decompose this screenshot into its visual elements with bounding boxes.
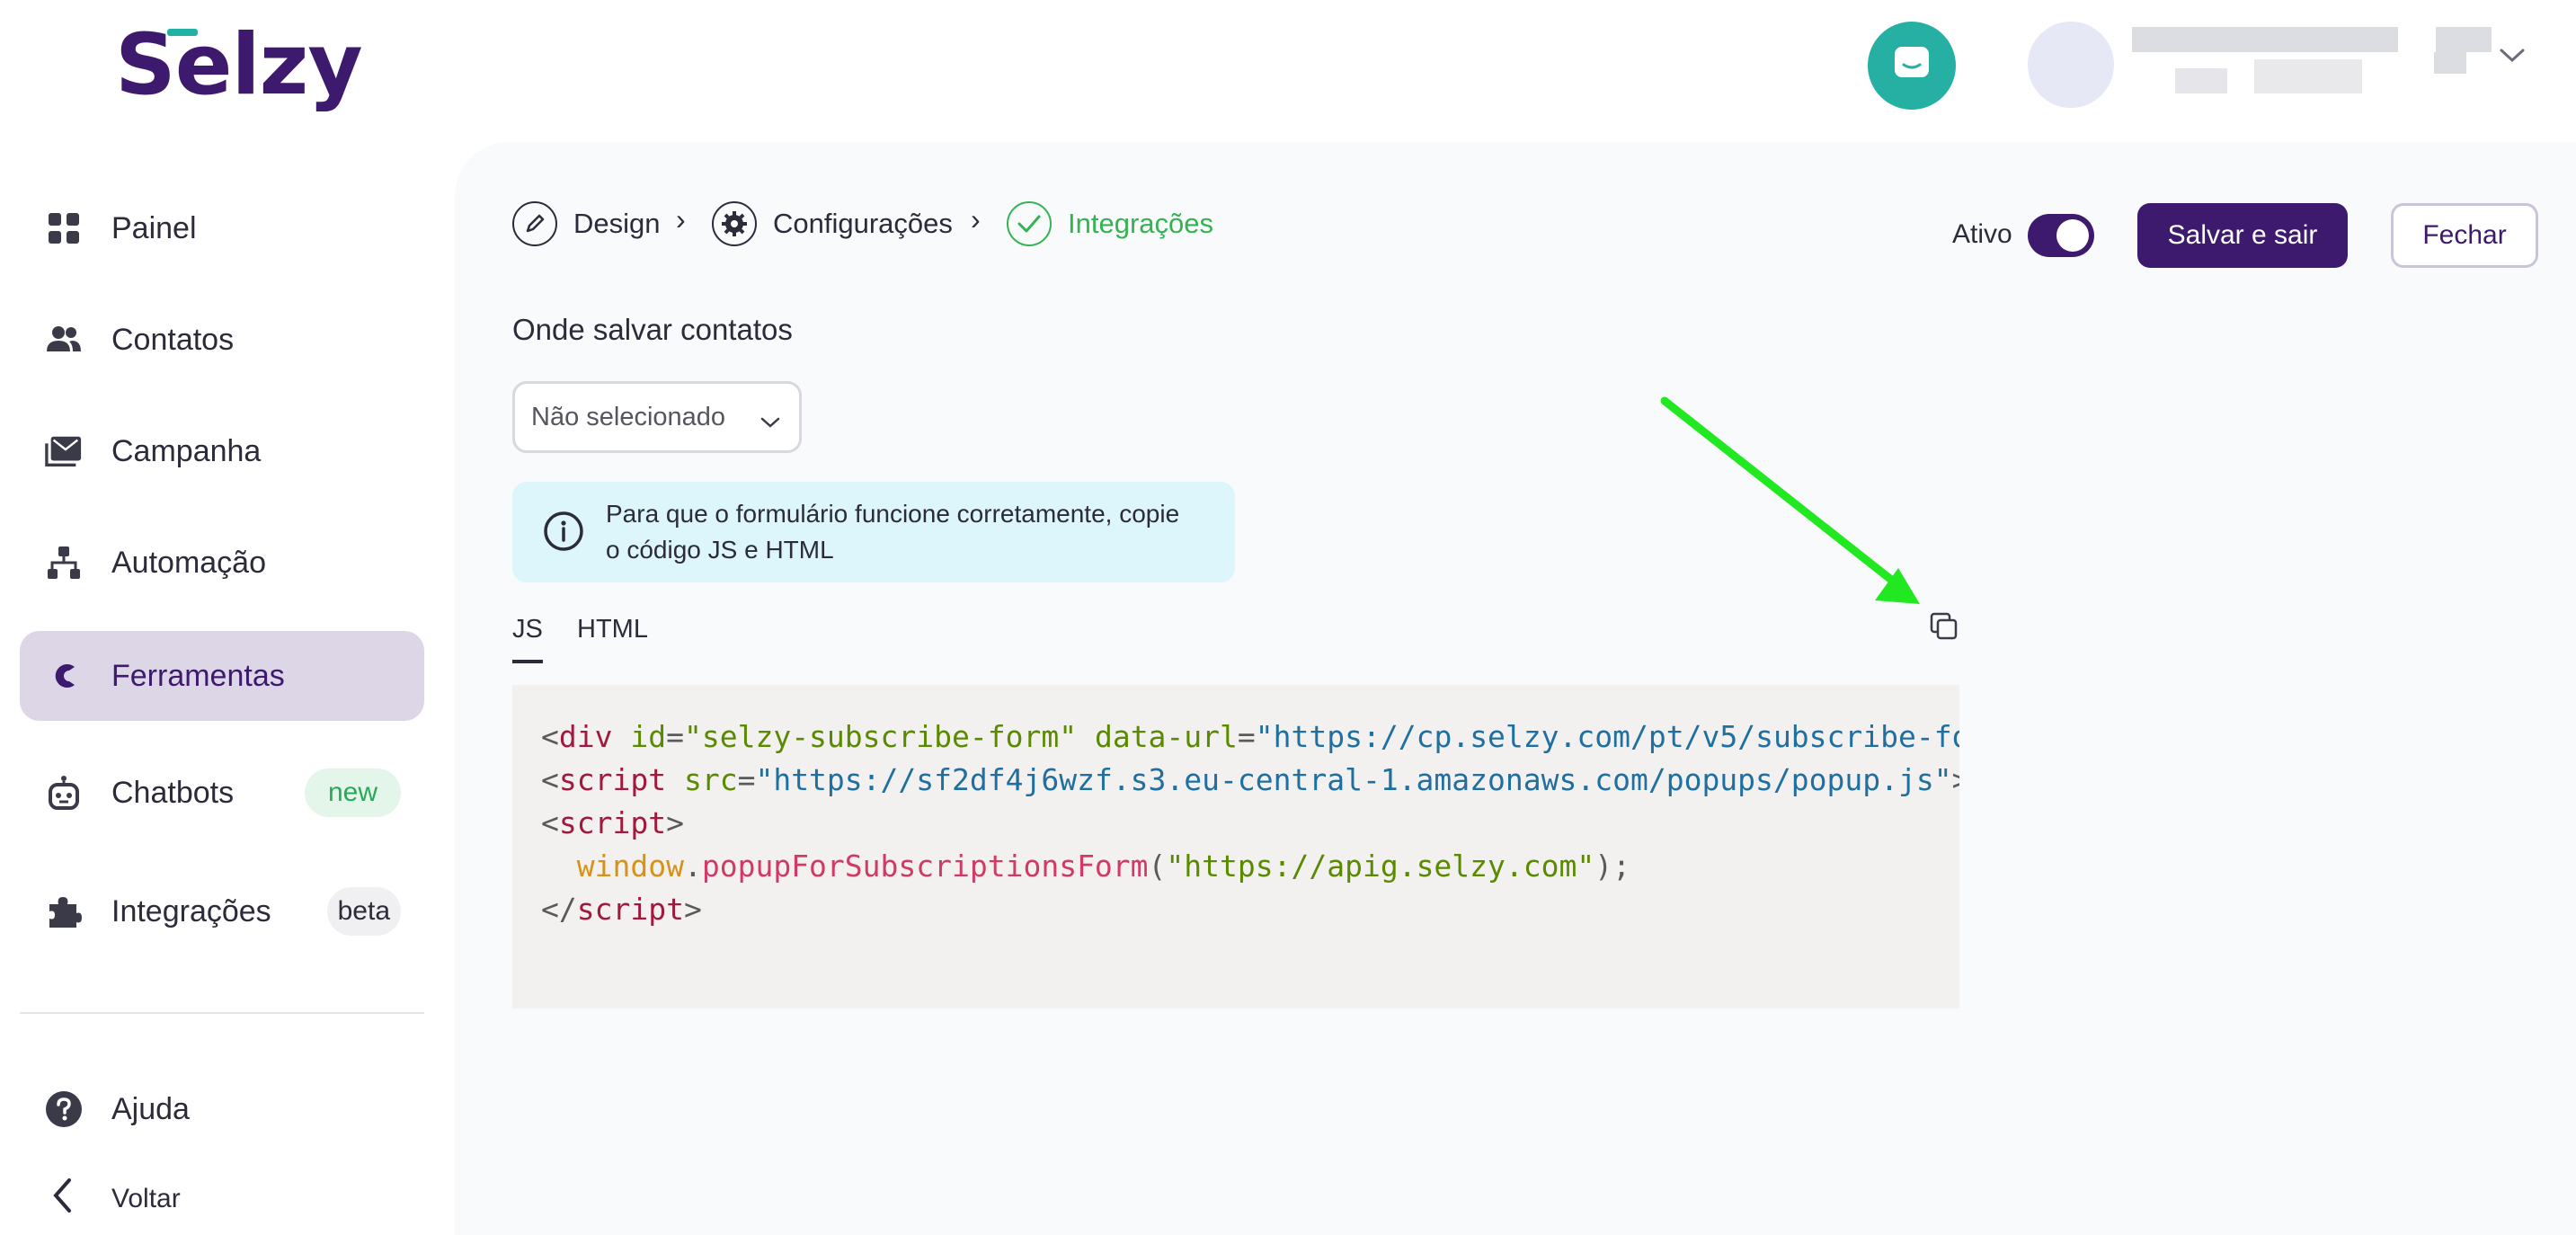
sidebar-item-label: Ferramentas [111,658,285,693]
sidebar-item-integracoes[interactable]: Integrações beta [20,866,424,956]
tools-icon [45,657,83,695]
active-label: Ativo [1952,219,2012,249]
select-value: Não selecionado [531,402,726,431]
account-menu-chevron-icon[interactable] [2499,47,2526,69]
step-integracoes[interactable]: Integrações [1007,201,1213,246]
check-icon [1007,201,1052,246]
sidebar-item-label: Painel [111,210,197,245]
mail-icon [45,432,83,470]
selzy-logo[interactable]: Selzy [115,16,363,114]
sidebar-item-label: Ajuda [111,1091,190,1126]
info-line-2: o código JS e HTML [606,536,834,564]
info-line-1: Para que o formulário funcione corretame… [606,500,1180,528]
step-label: Design [573,208,661,239]
tab-active-underline [512,660,543,663]
users-icon [45,321,83,359]
copy-icon[interactable] [1929,611,1959,646]
sidebar-item-label: Contatos [111,322,235,357]
grid-icon [45,209,83,247]
sidebar-item-painel[interactable]: Painel [20,183,424,273]
step-label: Configurações [773,208,953,239]
code-line-2: <script src="https://sf2df4j6wzf.s3.eu-c… [541,762,1959,797]
account-email-blurred-3 [2434,52,2466,74]
account-name-blurred-2 [2436,27,2492,52]
tab-js[interactable]: JS [512,615,543,644]
code-block[interactable]: <div id="selzy-subscribe-form" data-url=… [512,685,1959,1008]
back-link[interactable]: Voltar [52,1177,181,1221]
account-name-blurred [2132,27,2398,52]
bot-icon [45,774,83,812]
tab-html[interactable]: HTML [577,615,648,644]
back-label: Voltar [111,1184,181,1213]
sidebar-item-label: Automação [111,545,266,580]
step-configuracoes[interactable]: Configurações [712,201,953,246]
user-avatar[interactable] [2028,22,2114,108]
sidebar-item-label: Campanha [111,433,262,468]
breadcrumb-chevron-icon: › [971,203,981,235]
sidebar-item-label: Chatbots [111,775,235,810]
chevron-down-icon [759,407,781,437]
info-banner: Para que o formulário funcione corretame… [512,482,1235,582]
sidebar-item-chatbots[interactable]: Chatbots new [20,748,424,838]
pencil-icon [512,201,557,246]
step-label: Integrações [1068,208,1213,239]
code-line-3: <script> [541,805,684,840]
breadcrumb-chevron-icon: › [676,203,686,235]
info-icon [543,511,584,562]
help-icon [45,1090,83,1128]
close-button[interactable]: Fechar [2391,203,2538,268]
toggle-knob [2056,219,2089,252]
chat-icon [1891,43,1932,89]
chat-support-button[interactable] [1868,22,1956,110]
gear-icon [712,201,757,246]
save-and-exit-button[interactable]: Salvar e sair [2137,203,2348,268]
account-email-blurred-2 [2254,59,2362,93]
active-toggle[interactable] [2028,214,2094,257]
chevron-left-icon [52,1177,72,1221]
code-line-5: </script> [541,892,702,927]
sidebar-item-campanha[interactable]: Campanha [20,406,424,496]
step-design[interactable]: Design [512,201,661,246]
account-email-blurred [2175,68,2227,93]
beta-badge: beta [326,887,401,936]
code-line-1: <div id="selzy-subscribe-form" data-url=… [541,719,1959,754]
code-line-4: window.popupForSubscriptionsForm("https:… [576,849,1630,884]
save-contacts-label: Onde salvar contatos [512,313,793,346]
sidebar-item-contatos[interactable]: Contatos [20,295,424,385]
logo-accent-bar [167,29,198,36]
sidebar-item-automacao[interactable]: Automação [20,518,424,608]
contacts-list-select[interactable]: Não selecionado [512,381,802,453]
sidebar-item-ferramentas[interactable]: Ferramentas [20,631,424,721]
new-badge: new [304,769,401,817]
sidebar-divider [20,1012,424,1014]
hierarchy-icon [45,544,83,582]
puzzle-icon [45,893,83,930]
info-text: Para que o formulário funcione corretame… [606,496,1179,568]
logo-text: Selzy [115,16,363,114]
sidebar-item-label: Integrações [111,893,271,928]
sidebar-item-ajuda[interactable]: Ajuda [20,1064,424,1154]
